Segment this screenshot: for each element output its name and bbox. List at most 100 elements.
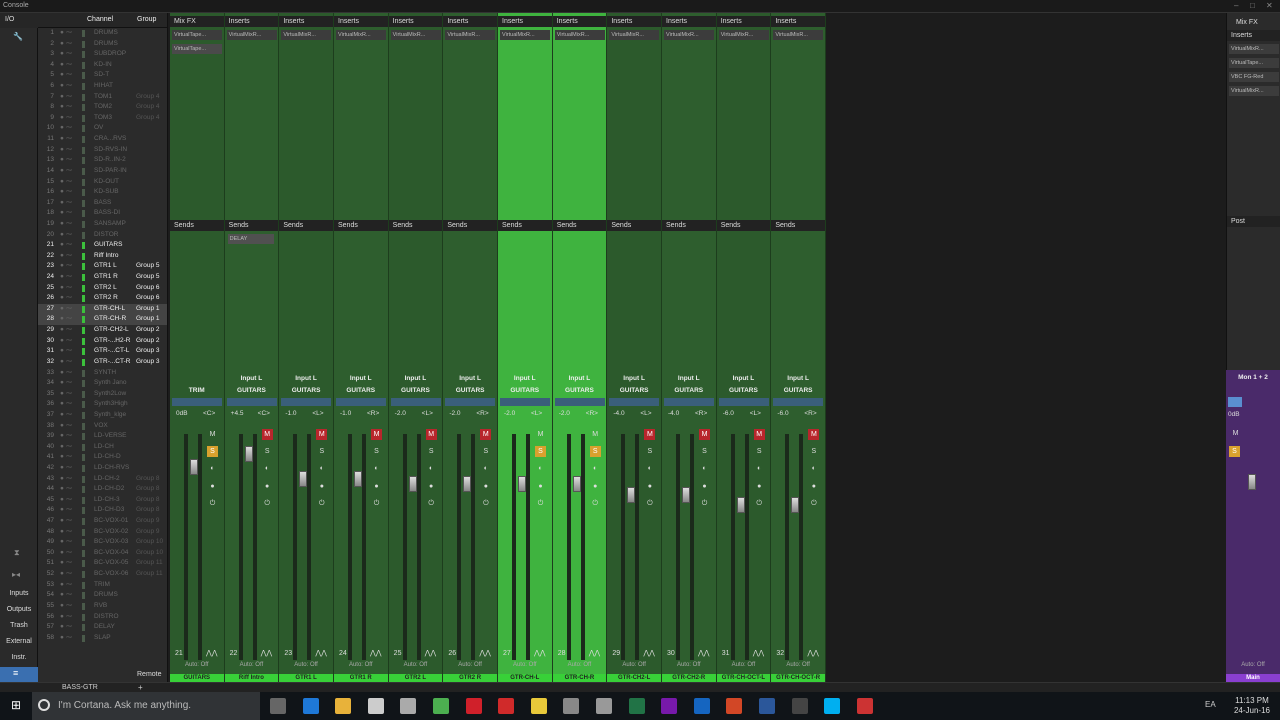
record-icon[interactable]: ● ⁓	[60, 304, 72, 315]
sends-header[interactable]: Sends	[279, 220, 333, 231]
volume-fader[interactable]	[682, 487, 691, 503]
volume-fader[interactable]	[354, 471, 362, 487]
input-label[interactable]: Input L	[443, 375, 497, 382]
pan-control[interactable]	[554, 398, 605, 406]
record-icon[interactable]: ● ⁓	[60, 134, 72, 145]
solo-button[interactable]: S	[207, 446, 218, 457]
channel-row[interactable]: 12 ● ⁓ SD-RVS-IN	[38, 145, 167, 156]
sends-header[interactable]: Sends	[771, 220, 825, 231]
inserts-header[interactable]: Inserts	[607, 16, 661, 27]
app-icon[interactable]	[596, 698, 612, 714]
channel-row[interactable]: 5 ● ⁓ SD-T	[38, 70, 167, 81]
record-icon[interactable]: ● ⁓	[60, 272, 72, 283]
insert-slot[interactable]: VirtualMixR...	[554, 30, 605, 40]
group-label[interactable]: GUITARS	[498, 387, 552, 394]
main-auto-label[interactable]: Auto: Off	[1226, 662, 1280, 668]
record-icon[interactable]: ● ⁓	[60, 293, 72, 304]
pan-control[interactable]	[336, 398, 386, 406]
pan-control[interactable]	[445, 398, 496, 406]
group-label[interactable]: GUITARS	[443, 387, 497, 394]
automation-mode[interactable]: Auto: Off	[717, 662, 771, 668]
record-icon[interactable]: ● ⁓	[60, 39, 72, 50]
store-icon[interactable]	[367, 698, 384, 714]
channel-row[interactable]: 32 ● ⁓ GTR-...CT-R Group 3	[38, 357, 167, 368]
pan-control[interactable]	[664, 398, 715, 406]
automation-icon[interactable]: ⋀⋀	[643, 649, 654, 657]
automation-icon[interactable]: ⋀⋀	[753, 649, 764, 657]
channel-row[interactable]: 1 ● ⁓ DRUMS	[38, 28, 167, 39]
solo-button[interactable]: S	[480, 446, 491, 457]
input-label[interactable]: Input L	[279, 375, 333, 382]
inserts-header[interactable]: Inserts	[552, 16, 607, 27]
pan-control[interactable]	[281, 398, 332, 406]
main-insert-slot[interactable]: VirtualMixR...	[1229, 44, 1279, 54]
power-icon[interactable]: ⏻	[207, 498, 218, 509]
record-arm-icon[interactable]: ●	[207, 481, 218, 492]
main-fader[interactable]	[1248, 474, 1256, 490]
power-icon[interactable]: ⏻	[644, 498, 655, 509]
mute-button[interactable]: M	[425, 429, 437, 440]
inserts-header[interactable]: Inserts	[662, 16, 716, 27]
inserts-header[interactable]: Inserts	[771, 16, 825, 27]
collapse-icon[interactable]: ⧗	[14, 548, 20, 558]
channel-row[interactable]: 53 ● ⁓ TRIM	[38, 580, 167, 591]
insert-slot[interactable]: VirtualMixR...	[281, 30, 332, 40]
channel-row[interactable]: 23 ● ⁓ GTR1 L Group 5	[38, 261, 167, 272]
volume-fader[interactable]	[627, 487, 636, 503]
main-insert-slot[interactable]: VirtualTape...	[1229, 58, 1279, 68]
channel-row[interactable]: 28 ● ⁓ GTR-CH-R Group 1	[38, 314, 167, 326]
chrome-icon[interactable]	[433, 698, 449, 714]
monitor-icon[interactable]: ◐	[590, 463, 601, 474]
group-label[interactable]: GUITARS	[334, 387, 388, 394]
channel-row[interactable]: 45 ● ⁓ LD-CH-3 Group 8	[38, 495, 167, 506]
mute-button[interactable]: M	[699, 429, 711, 440]
record-arm-icon[interactable]: ●	[754, 481, 765, 492]
main-mute-button[interactable]: M	[1230, 428, 1241, 439]
record-icon[interactable]: ● ⁓	[60, 601, 72, 612]
strip-name-label[interactable]: GTR-CH-OCT-L	[716, 674, 771, 682]
app-icon[interactable]	[563, 698, 580, 714]
record-icon[interactable]: ● ⁓	[60, 230, 72, 241]
channel-row[interactable]: 22 ● ⁓ Riff Intro	[38, 251, 167, 262]
pan-control[interactable]	[500, 398, 551, 406]
channel-row[interactable]: 7 ● ⁓ TOM1 Group 4	[38, 92, 167, 103]
sends-header[interactable]: Sends	[388, 220, 443, 231]
group-label[interactable]: GUITARS	[225, 387, 279, 394]
channel-row[interactable]: 54 ● ⁓ DRUMS	[38, 590, 167, 601]
channel-row[interactable]: 51 ● ⁓ BC-VOX-05 Group 11	[38, 558, 167, 569]
group-label[interactable]: GUITARS	[389, 387, 443, 394]
insert-slot[interactable]: VirtualMixR...	[609, 30, 660, 40]
record-icon[interactable]: ● ⁓	[60, 251, 72, 262]
remote-button[interactable]: Remote	[137, 671, 162, 678]
solo-button[interactable]: S	[808, 446, 819, 457]
volume-fader[interactable]	[408, 476, 417, 492]
record-icon[interactable]: ● ⁓	[60, 92, 72, 103]
main-input-label[interactable]: Mon 1 + 2	[1226, 374, 1280, 381]
record-icon[interactable]: ● ⁓	[60, 421, 72, 432]
record-icon[interactable]: ● ⁓	[60, 527, 72, 538]
channel-row[interactable]: 44 ● ⁓ LD-CH-D2 Group 8	[38, 484, 167, 495]
channel-row[interactable]: 48 ● ⁓ BC-VOX-02 Group 9	[38, 527, 167, 538]
channel-row[interactable]: 24 ● ⁓ GTR1 R Group 5	[38, 272, 167, 283]
record-icon[interactable]: ● ⁓	[60, 102, 72, 113]
record-arm-icon[interactable]: ●	[699, 481, 710, 492]
monitor-icon[interactable]: ◐	[699, 463, 710, 474]
channel-row[interactable]: 42 ● ⁓ LD-CH-RVS	[38, 463, 167, 474]
power-icon[interactable]: ⏻	[426, 498, 437, 509]
record-arm-icon[interactable]: ●	[644, 481, 655, 492]
group-label[interactable]: GUITARS	[553, 387, 607, 394]
group-label[interactable]: TRIM	[170, 387, 224, 394]
channel-row[interactable]: 27 ● ⁓ GTR-CH-L Group 1	[38, 303, 167, 315]
record-icon[interactable]: ● ⁓	[60, 569, 72, 580]
record-icon[interactable]: ● ⁓	[60, 113, 72, 124]
channel-row[interactable]: 21 ● ⁓ GUITARS	[38, 240, 167, 251]
solo-button[interactable]: S	[316, 446, 327, 457]
record-icon[interactable]: ● ⁓	[60, 431, 72, 442]
outlook-icon[interactable]	[693, 698, 710, 714]
record-icon[interactable]: ● ⁓	[60, 442, 72, 453]
record-icon[interactable]: ● ⁓	[60, 346, 72, 357]
automation-mode[interactable]: Auto: Off	[553, 662, 607, 668]
record-icon[interactable]: ● ⁓	[60, 495, 72, 506]
channel-row[interactable]: 58 ● ⁓ SLAP	[38, 633, 167, 644]
channel-row[interactable]: 34 ● ⁓ Synth Jano	[38, 378, 167, 389]
